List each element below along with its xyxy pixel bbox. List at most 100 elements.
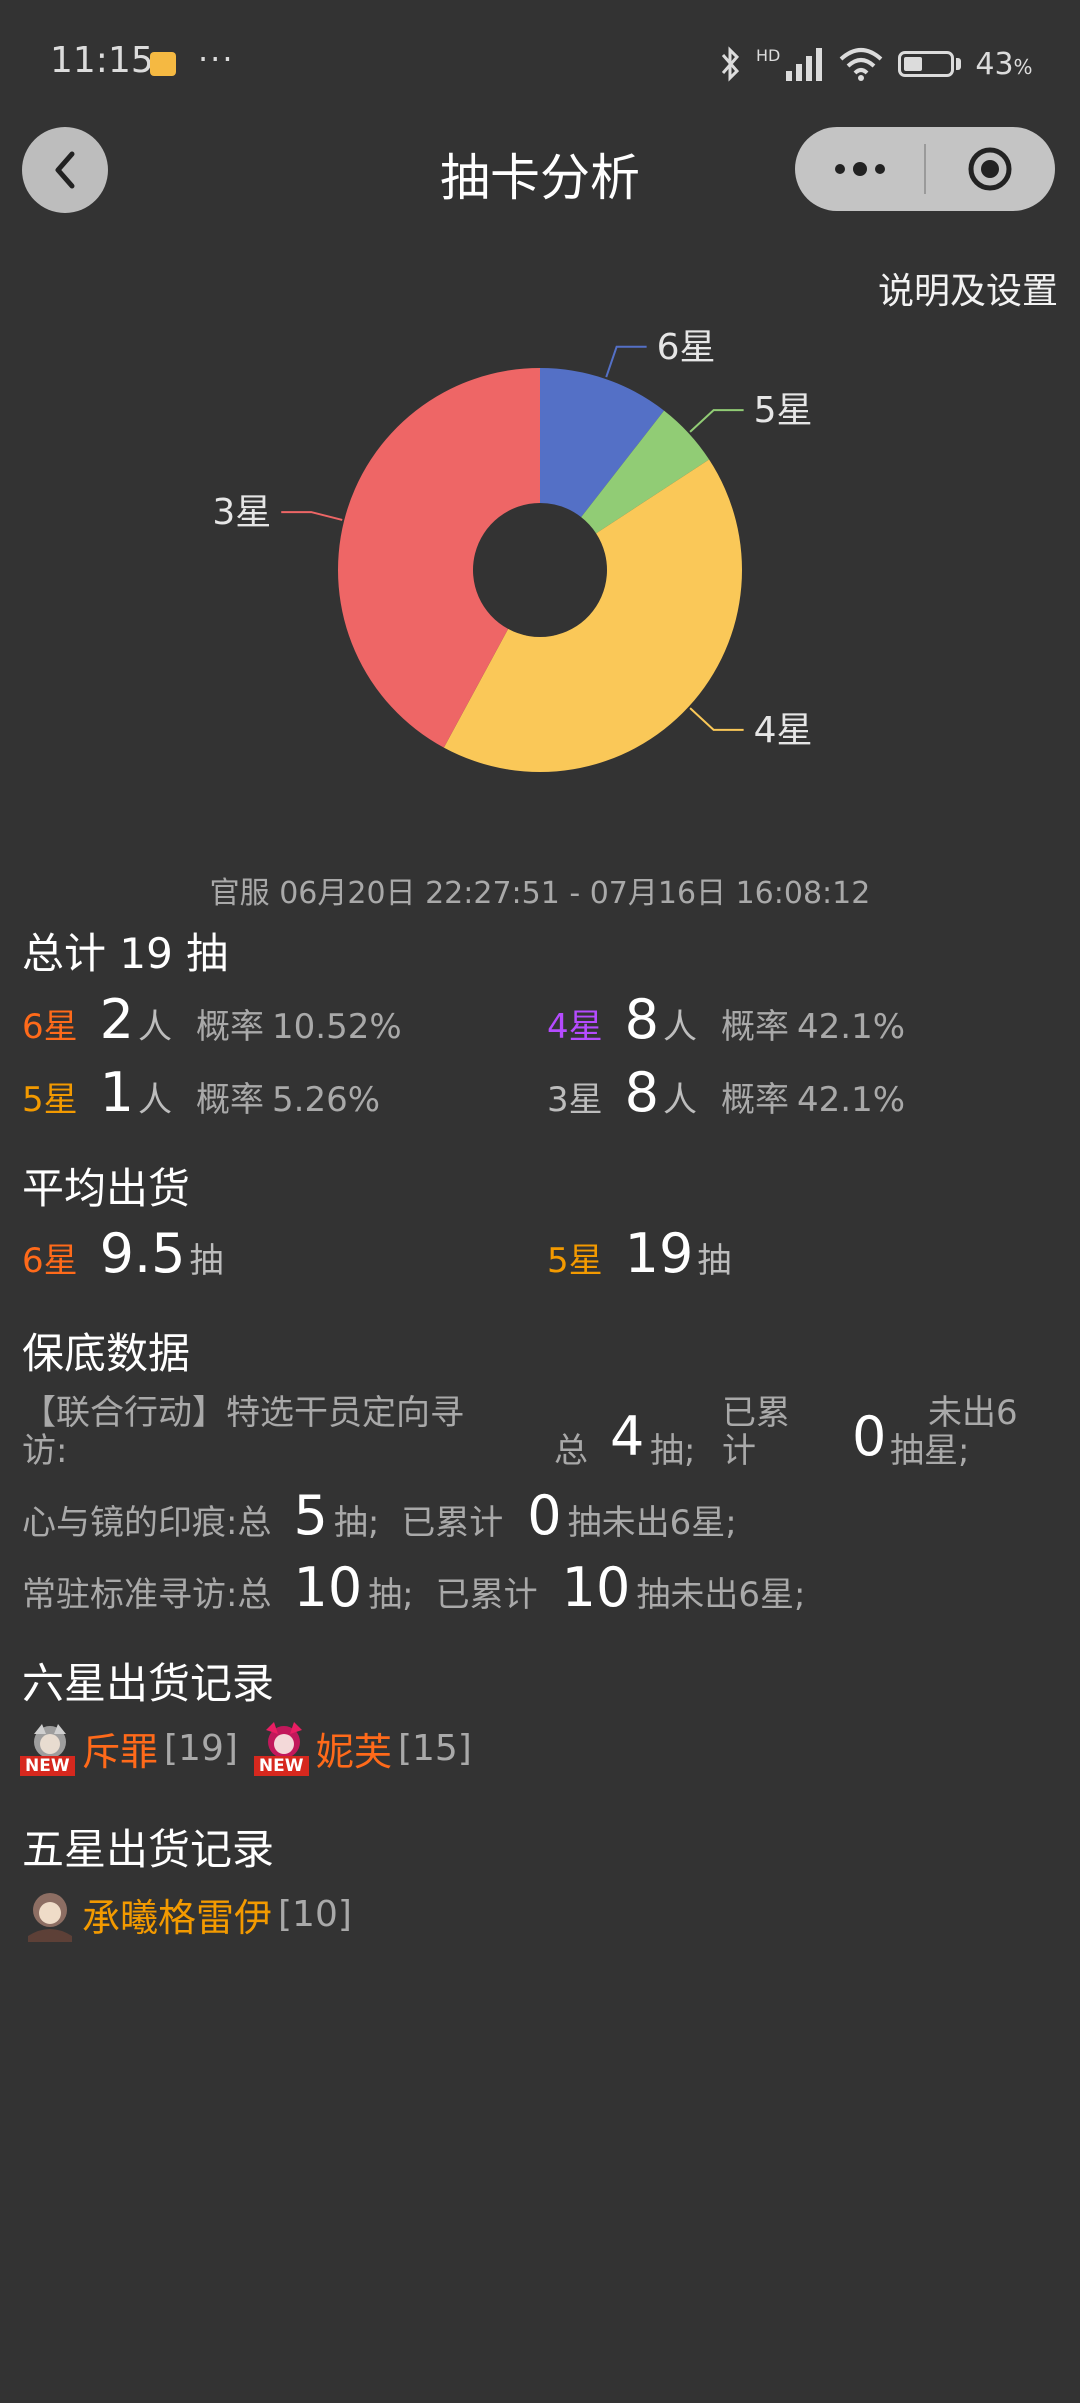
six-star-records-title: 六星出货记录 (22, 1659, 275, 1708)
pie-leader-line-2 (689, 409, 744, 433)
banner-name: 心与镜的印痕: (22, 1503, 238, 1543)
suffix-line2: 抽星; (890, 1431, 970, 1471)
pie-leader-line-1 (605, 345, 647, 378)
average-unit: 抽 (697, 1241, 732, 1281)
bluetooth-icon (721, 46, 740, 82)
six-star-records-list: NEW 斥罪 [19] NEW 妮芙 [15] (20, 1720, 472, 1776)
total-prefix: 总 (237, 1503, 272, 1543)
pull-count: [15] (397, 1727, 472, 1769)
star-count: 8 (624, 988, 659, 1051)
battery-tip (956, 58, 962, 70)
operator-name[interactable]: 承曦格雷伊 (82, 1887, 272, 1942)
battery-icon (898, 51, 955, 77)
more-notifications-indicator: ··· (198, 40, 235, 78)
status-icons: HD 43% (720, 44, 1033, 84)
stat-row-6star: 6星 2 人 概率 10.52% (22, 988, 402, 1051)
operator-portrait-icon (28, 1893, 72, 1942)
star-unit: 人 (138, 1080, 172, 1120)
star-label: 3星 (547, 1080, 603, 1120)
pie-label-2: 5星 (754, 390, 813, 431)
total-unit: 抽; (333, 1503, 380, 1543)
average-value: 9.5 (99, 1222, 186, 1285)
total-prefix: 总 (237, 1575, 272, 1615)
banner-name: 常驻标准寻访: (22, 1575, 238, 1615)
status-time: 11:15 (50, 40, 154, 81)
five-star-records-list: 承曦格雷伊 [10] (22, 1886, 352, 1942)
accumulated-label-line2: 计 (722, 1431, 756, 1471)
operator-name[interactable]: 妮芙 (316, 1721, 392, 1776)
total-value: 5 (293, 1484, 328, 1547)
gacha-pie-chart: 6星 5星 4星 3星 (212, 327, 813, 772)
pie-leader-line-4 (281, 511, 343, 521)
average-unit: 抽 (189, 1241, 224, 1281)
star-label: 5星 (22, 1080, 78, 1120)
star-unit: 人 (138, 1007, 172, 1047)
rate-label: 概率 (721, 1007, 789, 1047)
accumulated-value: 0 (527, 1484, 562, 1547)
more-dots-icon (834, 162, 885, 176)
total-value: 10 (293, 1556, 363, 1619)
star-unit: 人 (663, 1080, 697, 1120)
average-title: 平均出货 (22, 1164, 191, 1213)
rate-label: 概率 (196, 1080, 264, 1120)
wifi-icon (840, 48, 883, 81)
pity-row-heart-mirror: 心与镜的印痕: 总 5 抽; 已累计 0 抽未出6星; (22, 1484, 737, 1547)
pie-leader-line-3 (689, 707, 744, 731)
new-badge: NEW (253, 1756, 309, 1776)
rate-label: 概率 (721, 1080, 789, 1120)
stat-row-3star: 3星 8 人 概率 42.1% (547, 1061, 905, 1124)
banner-name-line2: 访: (22, 1431, 68, 1471)
accumulated-label: 已累计 (435, 1575, 538, 1615)
rate-value: 5.26% (272, 1080, 381, 1120)
rate-value: 10.52% (272, 1007, 402, 1047)
new-badge: NEW (20, 1756, 75, 1776)
five-star-records-title: 五星出货记录 (22, 1825, 275, 1874)
signal-icon (786, 48, 823, 81)
star-count: 8 (624, 1061, 659, 1124)
mini-program-capsule (795, 127, 1055, 211)
total-unit: 抽; (368, 1575, 414, 1615)
star-label: 5星 (547, 1241, 603, 1281)
rate-value: 42.1% (797, 1007, 906, 1047)
message-notification-icon (150, 52, 176, 76)
star-label: 4星 (547, 1007, 603, 1047)
star-count: 2 (99, 988, 134, 1051)
pie-label-4: 3星 (212, 492, 271, 533)
average-value: 19 (624, 1222, 694, 1285)
star-label: 6星 (22, 1241, 78, 1281)
target-circle-icon (968, 147, 1012, 191)
total-pulls-title: 总计 19 抽 (22, 929, 229, 978)
operator-avatar[interactable] (22, 1886, 78, 1942)
accumulated-label: 已累计 (401, 1503, 504, 1543)
average-6star: 6星 9.5 抽 (22, 1222, 224, 1285)
pity-title: 保底数据 (22, 1329, 191, 1378)
close-mini-program-button[interactable] (926, 127, 1055, 211)
star-label: 6星 (22, 1007, 78, 1047)
accumulated-value: 10 (561, 1556, 631, 1619)
status-bar: 11:15 ··· HD 43% (0, 0, 1080, 125)
pull-count: [10] (278, 1893, 352, 1935)
pie-label-3: 4星 (754, 710, 813, 751)
operator-avatar[interactable]: NEW (20, 1720, 78, 1776)
pity-suffix: 抽未出6星; (636, 1575, 806, 1615)
stat-row-5star: 5星 1 人 概率 5.26% (22, 1061, 381, 1124)
pity-row-joint-operation: 【联合行动】特选干员定向寻 访: 总 4 抽; 已累 计 0 未出6 抽星; (22, 1385, 1062, 1475)
total-value: 4 (610, 1405, 645, 1468)
rate-label: 概率 (196, 1007, 264, 1047)
pull-count: [19] (164, 1727, 238, 1769)
operator-avatar[interactable]: NEW (253, 1720, 312, 1776)
total-prefix: 总 (554, 1431, 588, 1471)
star-unit: 人 (663, 1007, 697, 1047)
operator-name[interactable]: 斥罪 (82, 1721, 158, 1776)
accumulated-value: 0 (852, 1405, 887, 1468)
total-unit: 抽; (650, 1431, 696, 1471)
pity-suffix: 抽未出6星; (567, 1503, 737, 1543)
stat-row-4star: 4星 8 人 概率 42.1% (547, 988, 906, 1051)
average-5star: 5星 19 抽 (547, 1222, 732, 1285)
more-button[interactable] (795, 127, 924, 211)
hd-network-label: HD (756, 45, 781, 65)
star-count: 1 (99, 1061, 134, 1124)
battery-level: 43% (975, 46, 1033, 82)
pity-row-standard: 常驻标准寻访: 总 10 抽; 已累计 10 抽未出6星; (22, 1556, 806, 1619)
server-date-range: 官服 06月20日 22:27:51 - 07月16日 16:08:12 (209, 876, 871, 911)
